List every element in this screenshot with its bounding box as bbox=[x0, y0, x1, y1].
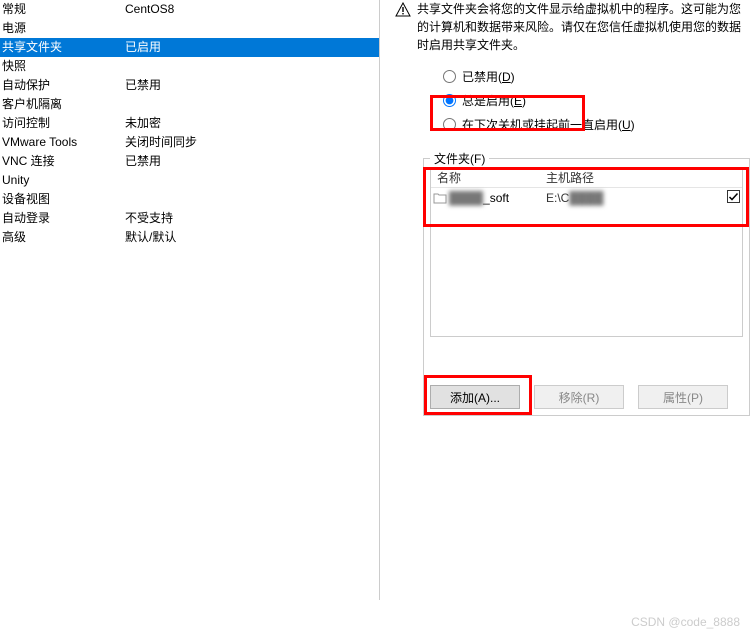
warning-text: 共享文件夹会将您的文件显示给虚拟机中的程序。这可能为您的计算机和数据带来风险。请… bbox=[417, 0, 750, 54]
folders-list-header: 名称 主机路径 bbox=[431, 168, 742, 188]
radio-disabled-input[interactable] bbox=[443, 70, 456, 83]
folder-icon bbox=[433, 191, 447, 205]
sidebar-item-value bbox=[125, 19, 379, 38]
sidebar-item-value bbox=[125, 95, 379, 114]
properties-button[interactable]: 属性(P) bbox=[638, 385, 728, 409]
folder-enabled-checkbox[interactable] bbox=[724, 190, 742, 206]
sidebar-item[interactable]: 设备视图 bbox=[0, 190, 379, 209]
sidebar-item[interactable]: 自动保护已禁用 bbox=[0, 76, 379, 95]
sidebar-item-value: 未加密 bbox=[125, 114, 379, 133]
sidebar-item-value bbox=[125, 171, 379, 190]
sidebar-item[interactable]: 快照 bbox=[0, 57, 379, 76]
folders-legend: 文件夹(F) bbox=[430, 150, 489, 167]
add-button[interactable]: 添加(A)... bbox=[430, 385, 520, 409]
radio-until-off-label: 在下次关机或挂起前一直启用(U) bbox=[462, 116, 635, 133]
sidebar-item-label: 自动保护 bbox=[0, 76, 125, 95]
radio-always-label: 总是启用(E) bbox=[462, 92, 526, 109]
sidebar-item-value: 关闭时间同步 bbox=[125, 133, 379, 152]
sidebar-item-label: VMware Tools bbox=[0, 133, 125, 152]
folder-buttons-row: 添加(A)... 移除(R) 属性(P) bbox=[430, 385, 743, 409]
sidebar-item[interactable]: Unity bbox=[0, 171, 379, 190]
sidebar-item-value bbox=[125, 57, 379, 76]
enable-mode-radio-group: 已禁用(D) 总是启用(E) 在下次关机或挂起前一直启用(U) bbox=[395, 64, 750, 136]
sidebar-item-value: 已启用 bbox=[125, 38, 379, 57]
column-host[interactable]: 主机路径 bbox=[546, 168, 742, 187]
settings-sidebar: 常规CentOS8电源共享文件夹已启用快照自动保护已禁用客户机隔离访问控制未加密… bbox=[0, 0, 380, 600]
sidebar-item-value bbox=[125, 190, 379, 209]
shared-folders-panel: 共享文件夹会将您的文件显示给虚拟机中的程序。这可能为您的计算机和数据带来风险。请… bbox=[395, 0, 750, 600]
sidebar-item-value: CentOS8 bbox=[125, 0, 379, 19]
sidebar-item-label: 共享文件夹 bbox=[0, 38, 125, 57]
remove-button[interactable]: 移除(R) bbox=[534, 385, 624, 409]
sidebar-item[interactable]: 常规CentOS8 bbox=[0, 0, 379, 19]
sidebar-item[interactable]: 自动登录不受支持 bbox=[0, 209, 379, 228]
column-name[interactable]: 名称 bbox=[431, 168, 546, 187]
sidebar-item-label: 设备视图 bbox=[0, 190, 125, 209]
sidebar-item[interactable]: 高级默认/默认 bbox=[0, 228, 379, 247]
sidebar-item-label: 快照 bbox=[0, 57, 125, 76]
warning-row: 共享文件夹会将您的文件显示给虚拟机中的程序。这可能为您的计算机和数据带来风险。请… bbox=[395, 0, 750, 64]
sidebar-item-value: 不受支持 bbox=[125, 209, 379, 228]
sidebar-item[interactable]: 客户机隔离 bbox=[0, 95, 379, 114]
sidebar-item-value: 已禁用 bbox=[125, 76, 379, 95]
sidebar-item-label: 自动登录 bbox=[0, 209, 125, 228]
sidebar-item[interactable]: VMware Tools关闭时间同步 bbox=[0, 133, 379, 152]
sidebar-item-label: 客户机隔离 bbox=[0, 95, 125, 114]
sidebar-item[interactable]: 共享文件夹已启用 bbox=[0, 38, 379, 57]
sidebar-item-label: VNC 连接 bbox=[0, 152, 125, 171]
folder-name: ████_soft bbox=[449, 191, 509, 205]
warning-icon bbox=[395, 2, 411, 18]
sidebar-item-value: 默认/默认 bbox=[125, 228, 379, 247]
sidebar-item[interactable]: VNC 连接已禁用 bbox=[0, 152, 379, 171]
sidebar-item[interactable]: 访问控制未加密 bbox=[0, 114, 379, 133]
watermark: CSDN @code_8888 bbox=[631, 615, 740, 629]
sidebar-item-value: 已禁用 bbox=[125, 152, 379, 171]
folder-host-path: E:\C████ bbox=[546, 191, 724, 205]
sidebar-item-label: Unity bbox=[0, 171, 125, 190]
sidebar-item-label: 电源 bbox=[0, 19, 125, 38]
radio-always-input[interactable] bbox=[443, 94, 456, 107]
radio-disabled[interactable]: 已禁用(D) bbox=[443, 64, 750, 88]
radio-until-off-input[interactable] bbox=[443, 118, 456, 131]
folders-fieldset: 文件夹(F) 名称 主机路径 ████_soft E:\C████ bbox=[423, 158, 750, 416]
folders-list[interactable]: 名称 主机路径 ████_soft E:\C████ bbox=[430, 167, 743, 337]
radio-always[interactable]: 总是启用(E) bbox=[443, 88, 750, 112]
sidebar-item-label: 高级 bbox=[0, 228, 125, 247]
radio-disabled-label: 已禁用(D) bbox=[462, 68, 515, 85]
sidebar-item[interactable]: 电源 bbox=[0, 19, 379, 38]
radio-until-off[interactable]: 在下次关机或挂起前一直启用(U) bbox=[443, 112, 750, 136]
sidebar-item-label: 常规 bbox=[0, 0, 125, 19]
table-row[interactable]: ████_soft E:\C████ bbox=[431, 188, 742, 208]
sidebar-item-label: 访问控制 bbox=[0, 114, 125, 133]
